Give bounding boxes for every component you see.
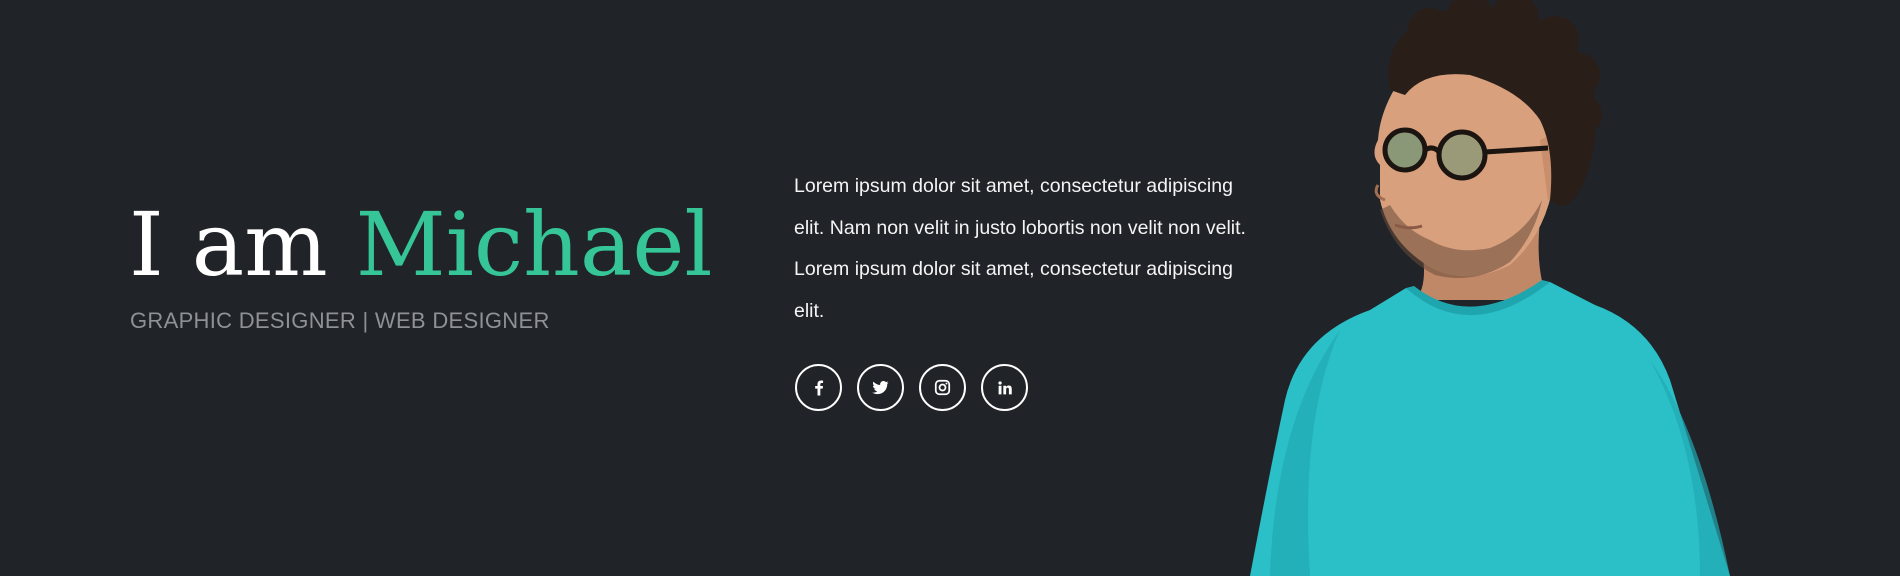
linkedin-link[interactable] — [981, 364, 1028, 411]
facebook-icon — [814, 380, 823, 395]
social-links — [795, 364, 1028, 411]
intro-text: Lorem ipsum dolor sit amet, consectetur … — [794, 175, 1246, 322]
hero-section: I am Michael GRAPHIC DESIGNER | WEB DESI… — [0, 0, 1900, 576]
hero-headline: I am Michael — [129, 190, 713, 300]
portrait-illustration — [1250, 0, 1730, 576]
headline-greeting: I am — [129, 193, 328, 296]
facebook-link[interactable] — [795, 364, 842, 411]
headline-name: Michael — [355, 193, 713, 296]
instagram-icon — [934, 379, 951, 396]
instagram-link[interactable] — [919, 364, 966, 411]
twitter-link[interactable] — [857, 364, 904, 411]
linkedin-icon — [997, 380, 1012, 394]
twitter-icon — [872, 381, 889, 395]
portrait-shirt — [1250, 282, 1730, 576]
hero-subtitle: GRAPHIC DESIGNER | WEB DESIGNER — [130, 308, 550, 333]
